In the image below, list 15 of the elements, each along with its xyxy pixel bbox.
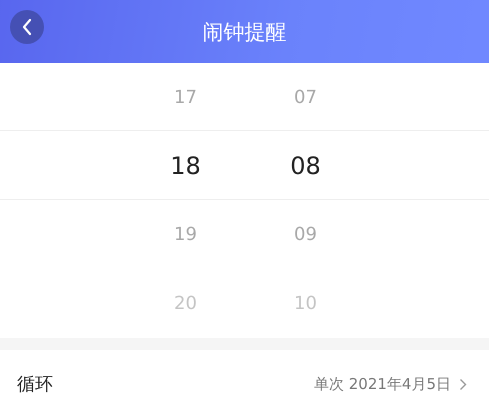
picker-option[interactable]: 19 [150,200,220,270]
picker-option[interactable]: 18 [150,132,220,200]
picker-option[interactable]: 10 [270,269,340,338]
picker-option[interactable]: 20 [150,269,220,338]
back-button[interactable] [10,10,44,44]
setting-label: 循环 [17,373,53,396]
back-icon [21,18,33,36]
picker-option[interactable]: 09 [270,200,340,270]
picker-option[interactable]: 08 [270,132,340,200]
setting-value: 单次 2021年4月5日 [314,374,451,394]
chevron-right-icon [459,378,467,390]
page-title: 闹钟提醒 [202,18,286,46]
picker-option[interactable]: 07 [270,63,340,132]
picker-option[interactable]: 17 [150,63,220,132]
settings-row[interactable]: 循环 单次 2021年4月5日 [0,350,489,418]
